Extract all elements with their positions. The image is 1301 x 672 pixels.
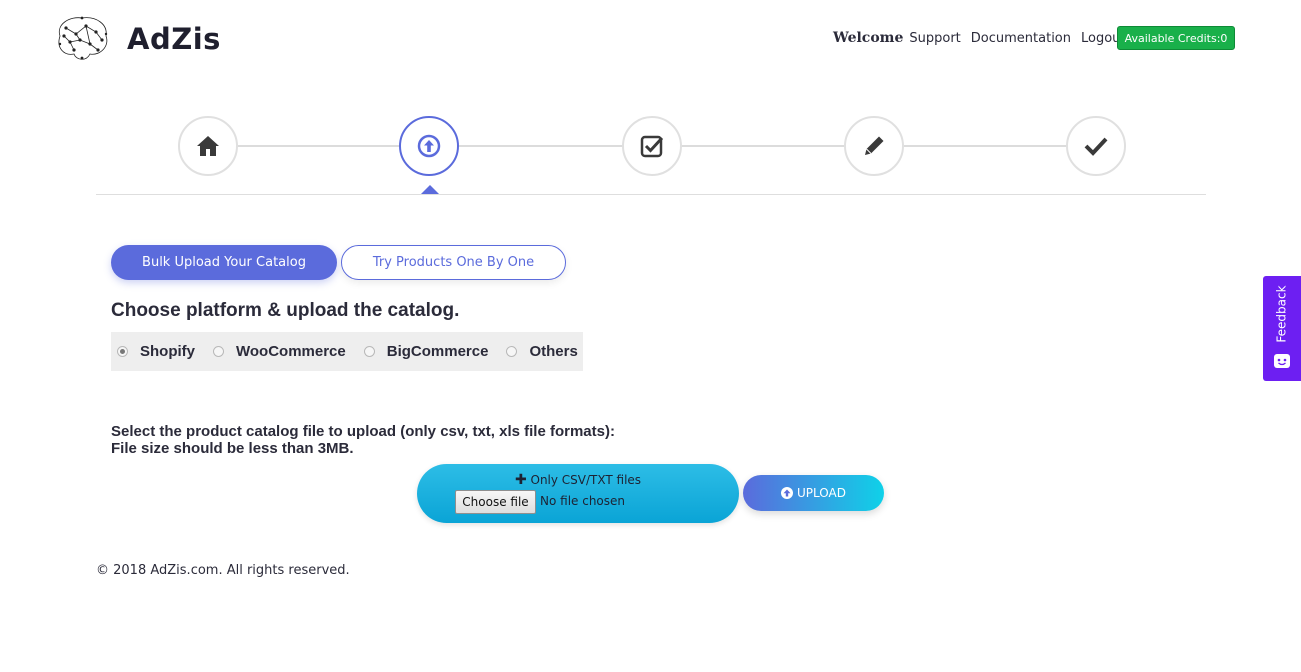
upload-button-label: UPLOAD xyxy=(797,486,846,500)
available-credits-badge[interactable]: Available Credits:0 xyxy=(1117,26,1235,50)
bulk-upload-tab[interactable]: Bulk Upload Your Catalog xyxy=(111,245,337,280)
instructions-line-size: File size should be less than 3MB. xyxy=(111,440,354,457)
brain-logo-icon[interactable] xyxy=(52,14,112,64)
file-hint: ✚ Only CSV/TXT files xyxy=(417,472,739,488)
step-home[interactable] xyxy=(178,116,238,176)
step-upload[interactable] xyxy=(399,116,459,176)
step-finish[interactable] xyxy=(1066,116,1126,176)
active-step-pointer xyxy=(421,185,439,194)
upload-button[interactable]: UPLOAD xyxy=(743,475,884,511)
bigcommerce-radio[interactable] xyxy=(363,346,375,357)
top-navigation: Welcome Support Documentation Logout xyxy=(833,30,1136,46)
instructions-line-formats: Select the product catalog file to uploa… xyxy=(111,423,615,440)
file-hint-text: Only CSV/TXT files xyxy=(530,473,642,487)
platform-option-shopify[interactable]: Shopify xyxy=(117,343,195,360)
brand-name[interactable]: AdZis xyxy=(127,22,221,56)
platform-label: Shopify xyxy=(140,343,195,360)
pencil-icon xyxy=(865,136,884,155)
documentation-link[interactable]: Documentation xyxy=(971,31,1071,46)
upload-icon xyxy=(417,134,441,158)
shopify-radio[interactable] xyxy=(117,346,128,357)
page-heading: Choose platform & upload the catalog. xyxy=(111,300,460,321)
no-file-chosen-text: No file chosen xyxy=(540,494,626,508)
platform-radio-group: Shopify WooCommerce BigCommerce Others xyxy=(111,332,583,371)
section-divider xyxy=(96,194,1206,195)
plus-icon: ✚ xyxy=(514,472,527,488)
platform-label: WooCommerce xyxy=(236,343,346,360)
support-link[interactable]: Support xyxy=(909,31,960,46)
step-review[interactable] xyxy=(622,116,682,176)
platform-label: Others xyxy=(529,343,578,360)
upload-arrow-icon xyxy=(781,487,794,499)
products-one-by-one-tab[interactable]: Try Products One By One xyxy=(341,245,566,280)
platform-option-bigcommerce[interactable]: BigCommerce xyxy=(363,343,489,360)
check-square-icon xyxy=(640,135,664,158)
step-edit[interactable] xyxy=(844,116,904,176)
feedback-face-icon xyxy=(1274,354,1290,368)
platform-option-others[interactable]: Others xyxy=(506,343,578,360)
platform-option-woocommerce[interactable]: WooCommerce xyxy=(213,343,346,360)
platform-label: BigCommerce xyxy=(386,343,489,360)
feedback-label-wrapper[interactable]: Feedback xyxy=(1263,276,1301,351)
home-icon xyxy=(197,136,219,156)
feedback-label: Feedback xyxy=(1275,284,1289,343)
welcome-text: Welcome xyxy=(833,30,904,46)
others-radio[interactable] xyxy=(506,346,518,357)
checkmark-icon xyxy=(1084,137,1108,156)
upload-instructions: Select the product catalog file to uploa… xyxy=(111,423,615,457)
footer-copyright: © 2018 AdZis.com. All rights reserved. xyxy=(96,563,350,578)
woocommerce-radio[interactable] xyxy=(213,346,224,357)
choose-file-button[interactable]: Choose file xyxy=(455,490,536,514)
